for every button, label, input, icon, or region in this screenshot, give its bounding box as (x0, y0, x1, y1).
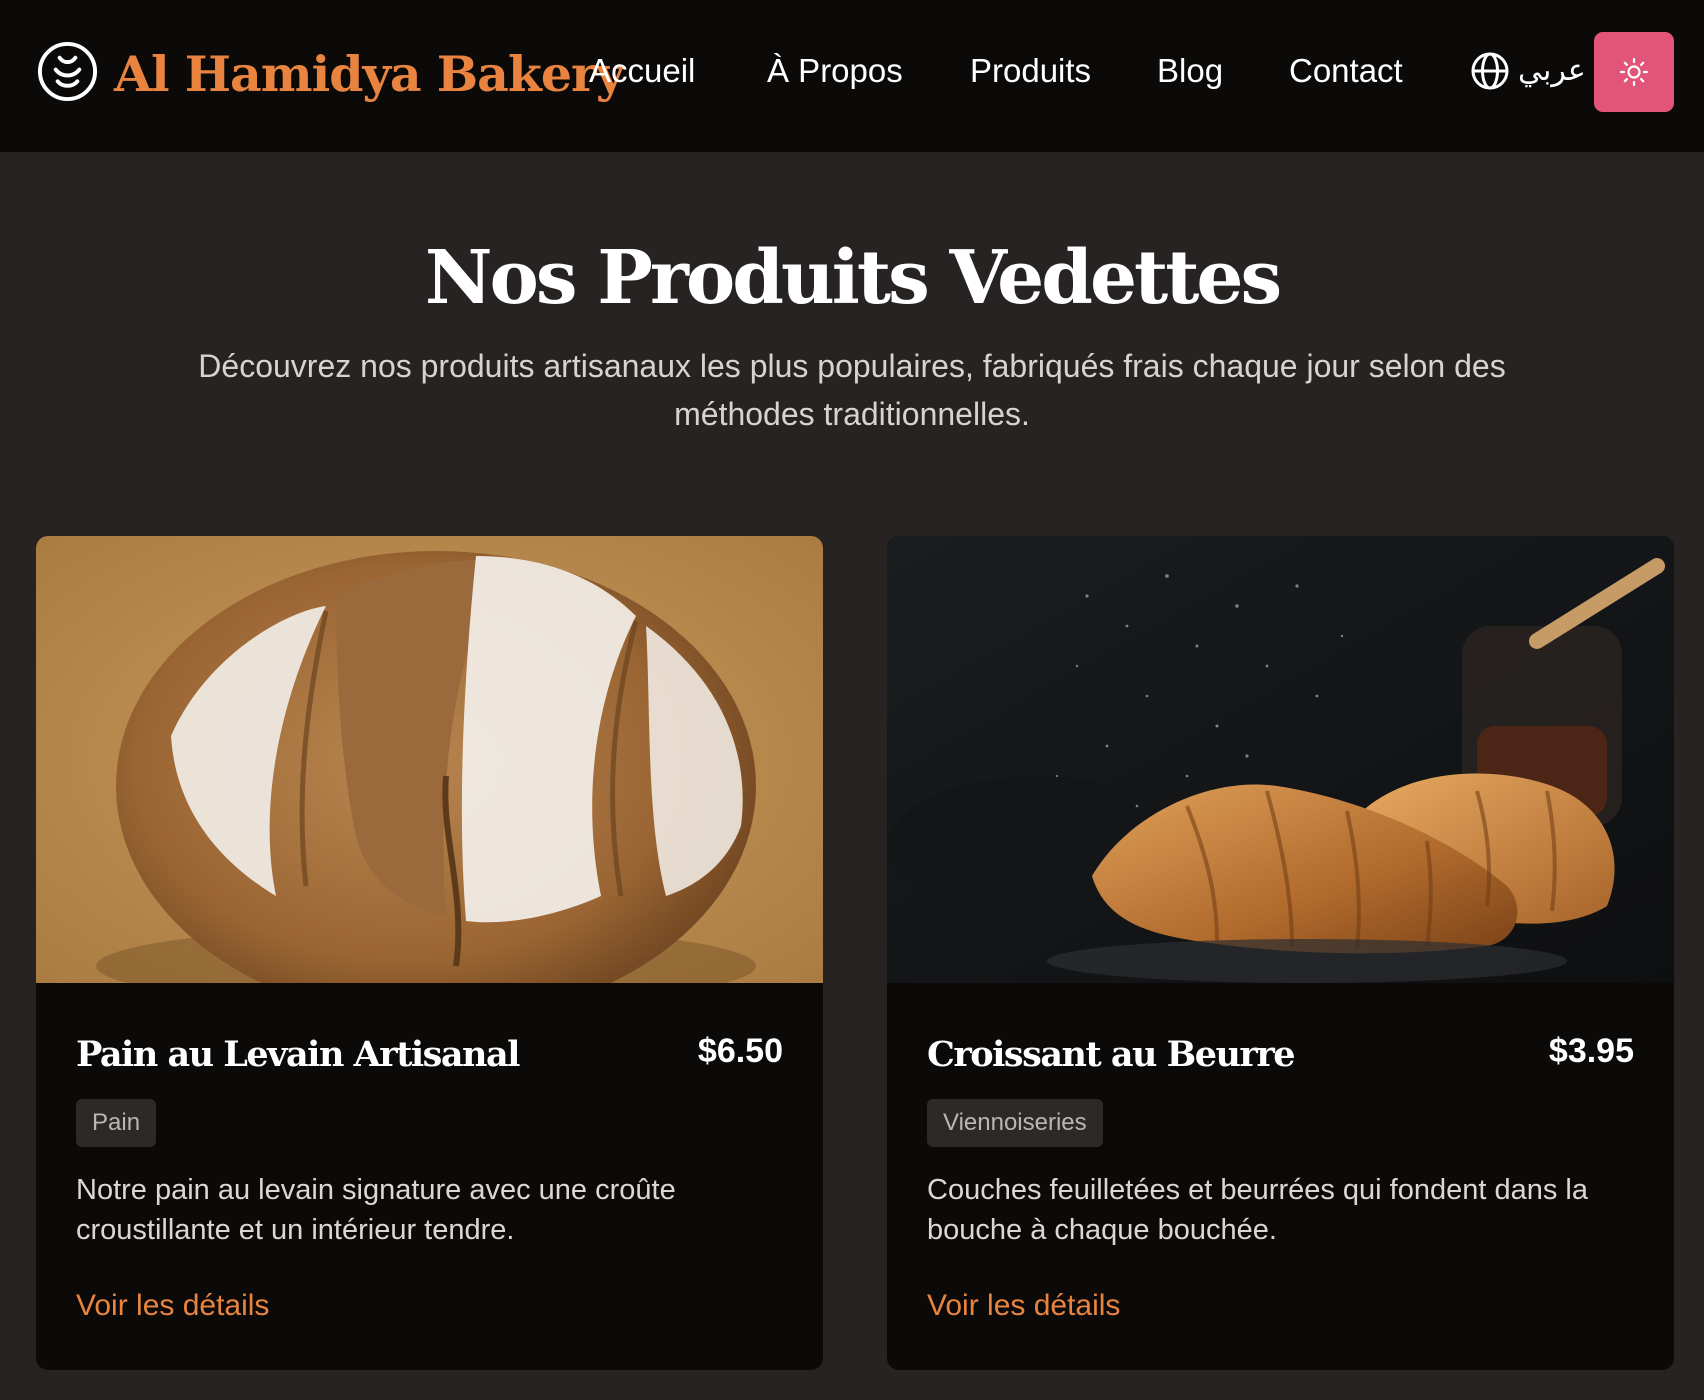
language-switcher[interactable]: عربي (1470, 50, 1586, 92)
nav-item-produits[interactable]: Produits (970, 46, 1157, 96)
view-details-link[interactable]: Voir les détails (927, 1284, 1120, 1328)
product-description: Couches feuilletées et beurrées qui fond… (927, 1174, 1588, 1246)
section-title: Nos Produits Vedettes (424, 235, 1282, 321)
nav-item-contact[interactable]: Contact (1289, 46, 1403, 96)
brand-name[interactable]: Al Hamidya Bakery (114, 38, 624, 110)
nav-item-a-propos[interactable]: À Propos (767, 46, 970, 96)
product-price: $3.95 (1548, 1032, 1634, 1070)
section-subtitle: Découvrez nos produits artisanaux les pl… (198, 348, 1506, 432)
view-details-link[interactable]: Voir les détails (76, 1284, 269, 1328)
theme-toggle-button[interactable] (1594, 32, 1674, 112)
globe-icon (1471, 52, 1509, 90)
main-nav: Accueil À Propos Produits Blog Contact (589, 46, 1403, 96)
product-name: Pain au Levain Artisanal (76, 1034, 520, 1075)
bakery-swirl-icon (37, 41, 98, 102)
sun-icon (1619, 57, 1649, 87)
product-card-sourdough[interactable]: Pain au Levain Artisanal $6.50 Pain Notr… (36, 536, 823, 1370)
product-name: Croissant au Beurre (927, 1034, 1296, 1075)
product-card-croissant[interactable]: Croissant au Beurre $3.95 Viennoiseries … (887, 536, 1674, 1370)
nav-item-accueil[interactable]: Accueil (589, 46, 767, 96)
nav-item-blog[interactable]: Blog (1157, 46, 1289, 96)
product-description: Notre pain au levain signature avec une … (76, 1174, 676, 1246)
product-price: $6.50 (697, 1032, 783, 1070)
category-badge: Pain (76, 1099, 157, 1147)
sourdough-loaf-photo (36, 536, 823, 983)
language-label: عربي (1518, 53, 1586, 88)
logo[interactable] (36, 40, 99, 103)
croissant-photo (887, 536, 1674, 983)
top-navigation-bar: Al Hamidya Bakery Accueil À Propos Produ… (0, 0, 1704, 152)
category-badge: Viennoiseries (927, 1099, 1103, 1147)
